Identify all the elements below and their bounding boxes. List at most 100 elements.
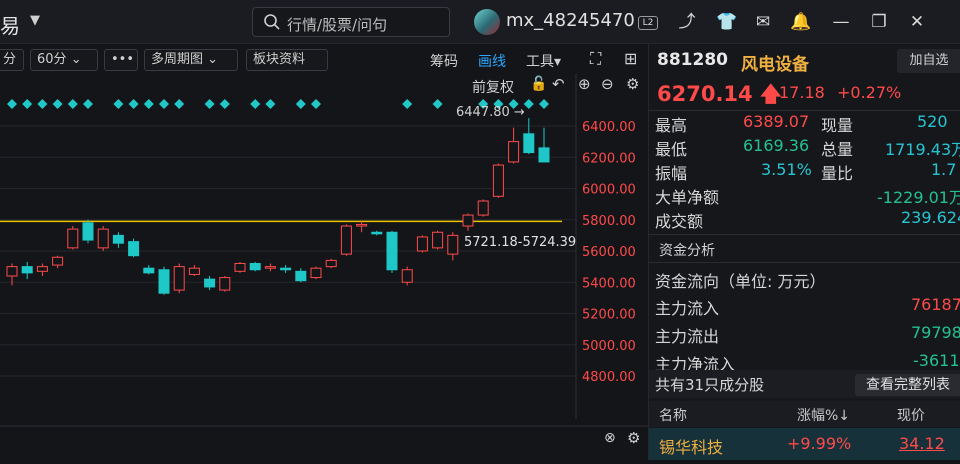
multi-period-button[interactable]: 多周期图 ⌄ bbox=[144, 49, 238, 71]
stat-row: 成交额 239.624 bbox=[655, 208, 960, 232]
sector-data-button[interactable]: 板块资料 bbox=[246, 49, 328, 71]
candle-body bbox=[523, 133, 535, 154]
price-tick-label: 6000.00 bbox=[582, 183, 636, 198]
signal-marker bbox=[22, 99, 33, 109]
price-change-pct: +0.27% bbox=[837, 83, 902, 102]
period-select[interactable]: 60分 ⌄ bbox=[30, 49, 98, 71]
multi-period-label: 多周期图 bbox=[151, 52, 204, 67]
candle-body bbox=[310, 267, 322, 279]
app-menu-label[interactable]: 易 bbox=[0, 10, 20, 39]
range-label: 5721.18-5724.39 bbox=[464, 235, 576, 250]
table-row[interactable]: 锡华科技 +9.99% 34.12 bbox=[649, 428, 960, 460]
stat-row: 最低 6169.36 总量 1719.43万 bbox=[655, 136, 960, 160]
candle-body bbox=[52, 256, 64, 266]
shirt-icon[interactable]: 👕 bbox=[716, 11, 738, 33]
divider bbox=[649, 110, 960, 111]
candle-body bbox=[386, 231, 398, 271]
signal-marker bbox=[219, 99, 230, 109]
chevron-down-icon[interactable]: ▼ bbox=[30, 13, 40, 28]
signal-marker bbox=[143, 99, 154, 109]
stat-value: 6389.07 bbox=[743, 112, 810, 131]
candle-body bbox=[401, 269, 413, 283]
search-placeholder: 行情/股票/问句 bbox=[287, 16, 388, 34]
signal-marker bbox=[265, 99, 276, 109]
search-input[interactable]: 行情/股票/问句 bbox=[252, 7, 450, 37]
signal-marker bbox=[250, 99, 261, 109]
price-tick-label: 5800.00 bbox=[582, 214, 636, 229]
candle-body bbox=[36, 266, 48, 272]
subchart-settings-icon[interactable]: ⚙ bbox=[627, 429, 640, 447]
username[interactable]: mx_482454706 bbox=[506, 10, 636, 31]
col-change[interactable]: 涨幅%↓ bbox=[797, 405, 850, 425]
fullscreen-icon[interactable]: ⛶ bbox=[590, 49, 601, 69]
external-link-icon[interactable]: ⤴ bbox=[676, 11, 698, 33]
stat-row: 大单净额 -1229.01万 bbox=[655, 184, 960, 208]
stat-label: 总量 bbox=[821, 140, 854, 159]
chart-toolbar: 分 60分 ⌄ ••• 多周期图 ⌄ 板块资料 筹码 画线 工具▾ ⛶ ⊞ bbox=[0, 44, 648, 74]
undo-icon[interactable]: ↶ bbox=[552, 75, 565, 93]
search-icon bbox=[264, 14, 280, 30]
col-name[interactable]: 名称 bbox=[659, 405, 687, 425]
add-favorite-button[interactable]: 加自选 bbox=[897, 49, 960, 73]
view-all-button[interactable]: 查看完整列表 bbox=[855, 374, 960, 396]
draw-line-button[interactable]: 画线 bbox=[478, 51, 506, 71]
candle-body bbox=[325, 259, 337, 268]
zoom-out-icon[interactable]: ⊖ bbox=[601, 75, 614, 93]
stat-label: 最高 bbox=[655, 116, 688, 135]
tools-label: 工具 bbox=[526, 54, 554, 70]
zoom-in-icon[interactable]: ⊕ bbox=[578, 75, 591, 93]
flow-label: 主力流入 bbox=[655, 299, 720, 318]
signal-marker bbox=[67, 99, 78, 109]
signal-marker bbox=[128, 99, 139, 109]
signal-marker bbox=[432, 99, 443, 109]
signal-marker bbox=[523, 99, 534, 109]
signal-marker bbox=[539, 99, 549, 109]
chevron-down-icon: ⌄ bbox=[207, 52, 219, 67]
minimize-icon[interactable]: — bbox=[830, 11, 852, 33]
signal-marker bbox=[174, 99, 185, 109]
divider bbox=[649, 262, 960, 263]
candle-body bbox=[112, 234, 124, 244]
stat-label: 大单净额 bbox=[655, 188, 720, 207]
signal-marker bbox=[52, 99, 63, 109]
stat-label: 振幅 bbox=[655, 164, 688, 183]
close-icon[interactable]: ✕ bbox=[906, 11, 928, 33]
candle-body bbox=[295, 270, 307, 282]
chips-button[interactable]: 筹码 bbox=[430, 51, 458, 71]
mail-icon[interactable]: ✉ bbox=[752, 11, 774, 33]
constituents-count: 共有31只成分股 bbox=[655, 376, 765, 394]
col-price[interactable]: 现价 bbox=[897, 405, 925, 425]
flow-title: 资金流向（单位: 万元） bbox=[655, 272, 826, 291]
candle-body bbox=[204, 278, 216, 288]
avatar[interactable] bbox=[474, 9, 500, 35]
period-label: 60分 bbox=[37, 52, 67, 67]
candle-body bbox=[67, 228, 79, 249]
candle-body bbox=[82, 222, 94, 241]
candle-body bbox=[173, 266, 185, 291]
stat-value: 1719.43万 bbox=[885, 140, 960, 159]
price-tick-label: 5600.00 bbox=[582, 245, 636, 260]
candle-body bbox=[447, 234, 459, 255]
lock-icon[interactable]: 🔓 bbox=[530, 76, 547, 92]
grid-icon[interactable]: ⊞ bbox=[624, 49, 637, 68]
price-value: 6270.14 bbox=[657, 82, 753, 106]
bell-icon[interactable]: 🔔 bbox=[790, 11, 812, 33]
restore-icon[interactable]: ❐ bbox=[868, 11, 890, 33]
adjust-label[interactable]: 前复权 bbox=[472, 77, 514, 97]
candle-body bbox=[143, 267, 155, 274]
settings-icon[interactable]: ⚙ bbox=[626, 75, 639, 93]
close-subchart-icon[interactable]: ⊗ bbox=[604, 430, 616, 446]
more-button[interactable]: ••• bbox=[104, 49, 138, 71]
candlestick-chart[interactable]: 6400.00 6200.00 6000.00 5800.00 5600.00 5400.… bbox=[0, 74, 648, 460]
fund-analysis-tab[interactable]: 资金分析 bbox=[659, 240, 715, 260]
tools-button[interactable]: 工具▾ bbox=[526, 51, 561, 71]
candle-body bbox=[97, 228, 109, 249]
row-change: +9.99% bbox=[787, 434, 852, 453]
level2-badge: L2 bbox=[638, 16, 658, 30]
flow-label: 主力流出 bbox=[655, 327, 720, 346]
quote-panel: 881280 风电设备 加自选 6270.14 🡅 17.18 +0.27% 最… bbox=[648, 44, 960, 460]
price-tick-label: 5000.00 bbox=[582, 339, 636, 354]
signal-marker bbox=[7, 99, 17, 109]
period-prev-button[interactable]: 分 bbox=[0, 49, 24, 71]
candle-body bbox=[6, 266, 18, 277]
